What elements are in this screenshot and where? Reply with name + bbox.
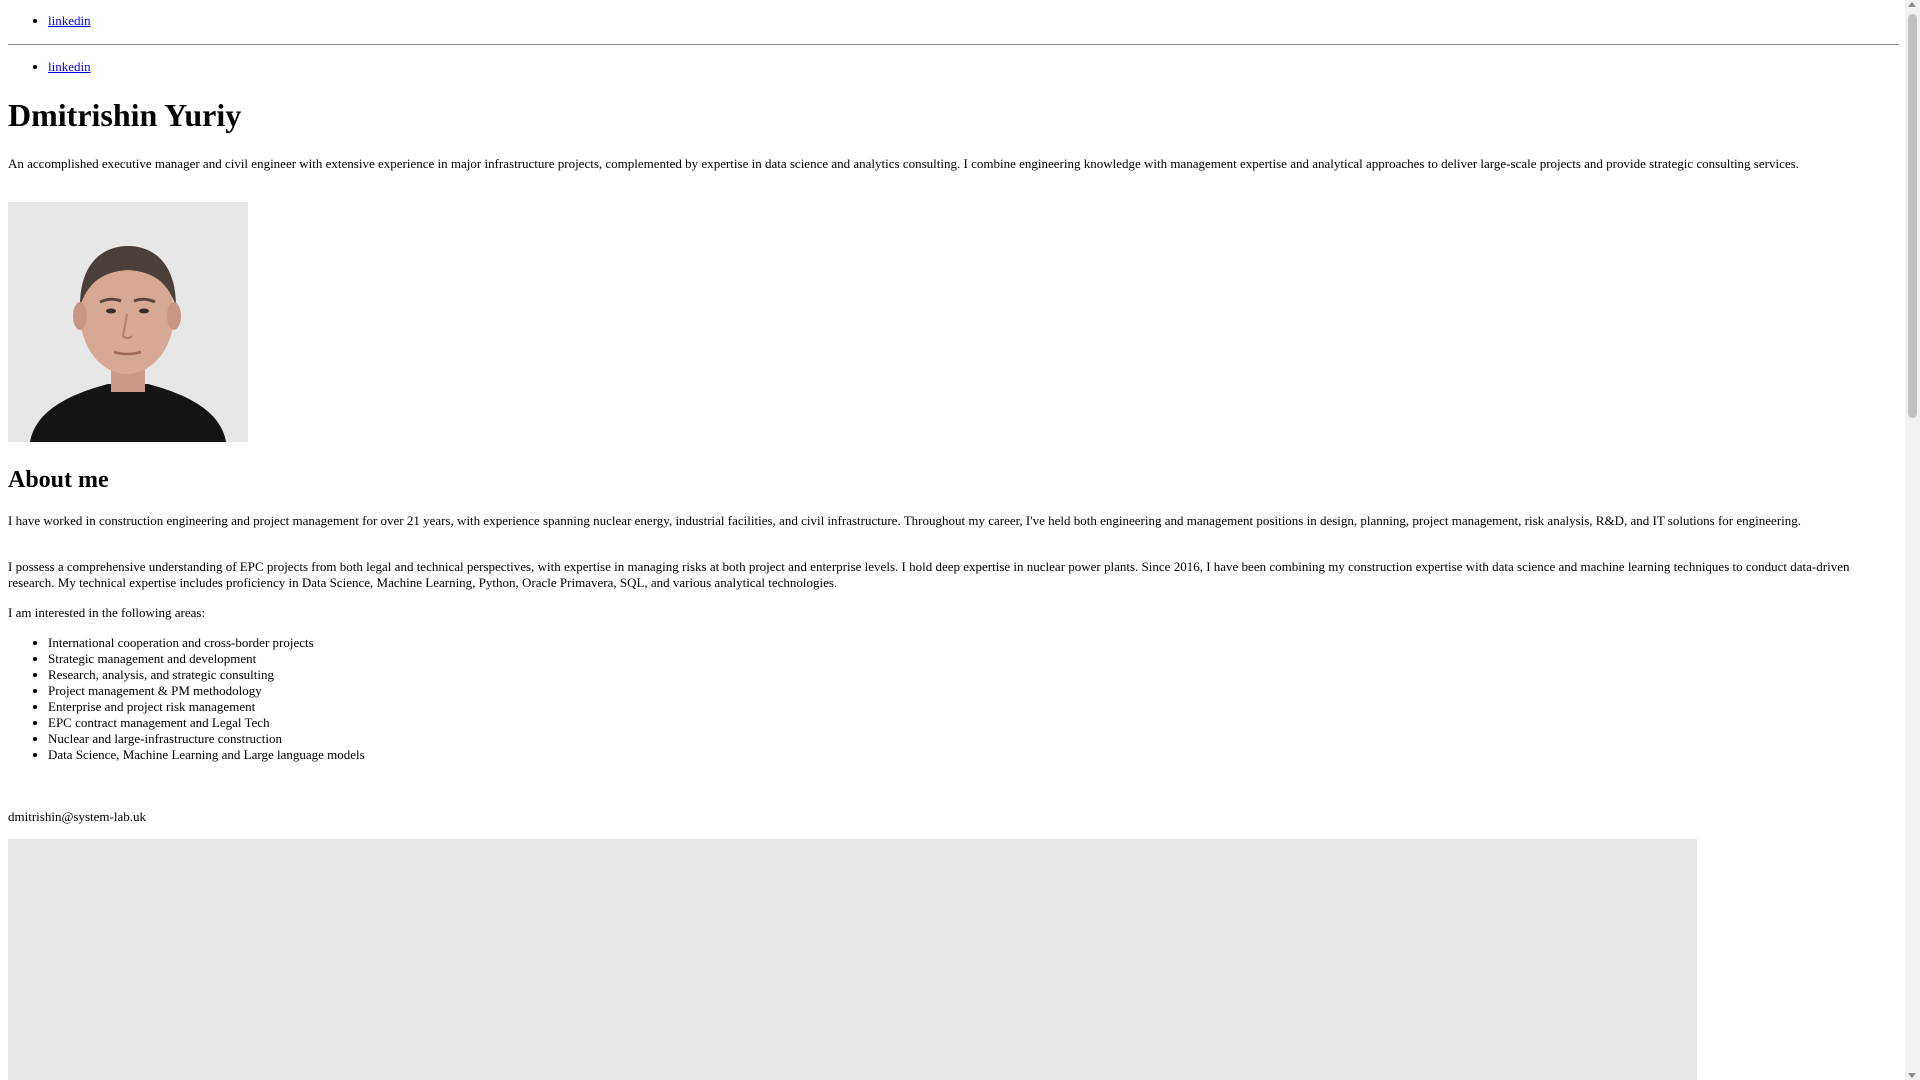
scroll-up-arrow-icon[interactable] [1908, 2, 1916, 7]
list-item: Enterprise and project risk management [48, 699, 365, 715]
profile-photo [8, 202, 248, 442]
vertical-scrollbar[interactable] [1905, 0, 1920, 1080]
intro-text: An accomplished executive manager and ci… [8, 156, 1799, 171]
page-title: Dmitrishin Yuriy [8, 97, 242, 133]
interests-intro: I am interested in the following areas: [8, 605, 206, 620]
linkedin-link[interactable]: linkedin [48, 59, 91, 74]
list-item: Nuclear and large-infrastructure constru… [48, 731, 365, 747]
about-paragraph-1: I have worked in construction engineerin… [8, 513, 1802, 528]
list-item: International cooperation and cross-bord… [48, 635, 365, 651]
portrait-image [8, 202, 248, 442]
secondary-nav: linkedin [8, 59, 91, 75]
scrollbar-thumb[interactable] [1908, 14, 1917, 418]
contact-email: dmitrishin@system-lab.uk [8, 809, 146, 824]
list-item: Strategic management and development [48, 651, 365, 667]
list-item: Data Science, Machine Learning and Large… [48, 747, 365, 763]
about-heading: About me [8, 467, 109, 493]
divider [8, 44, 1899, 45]
list-item: Project management & PM methodology [48, 683, 365, 699]
linkedin-link[interactable]: linkedin [48, 13, 91, 28]
embedded-map-placeholder [8, 839, 1697, 1080]
about-paragraph-2: I possess a comprehensive understanding … [8, 559, 1850, 590]
interests-list: International cooperation and cross-bord… [8, 635, 365, 763]
nav-item: linkedin [48, 59, 91, 75]
list-item: EPC contract management and Legal Tech [48, 715, 365, 731]
list-item: Research, analysis, and strategic consul… [48, 667, 365, 683]
scroll-down-arrow-icon[interactable] [1908, 1073, 1916, 1078]
nav-item: linkedin [48, 13, 91, 29]
top-nav: linkedin [8, 13, 91, 29]
